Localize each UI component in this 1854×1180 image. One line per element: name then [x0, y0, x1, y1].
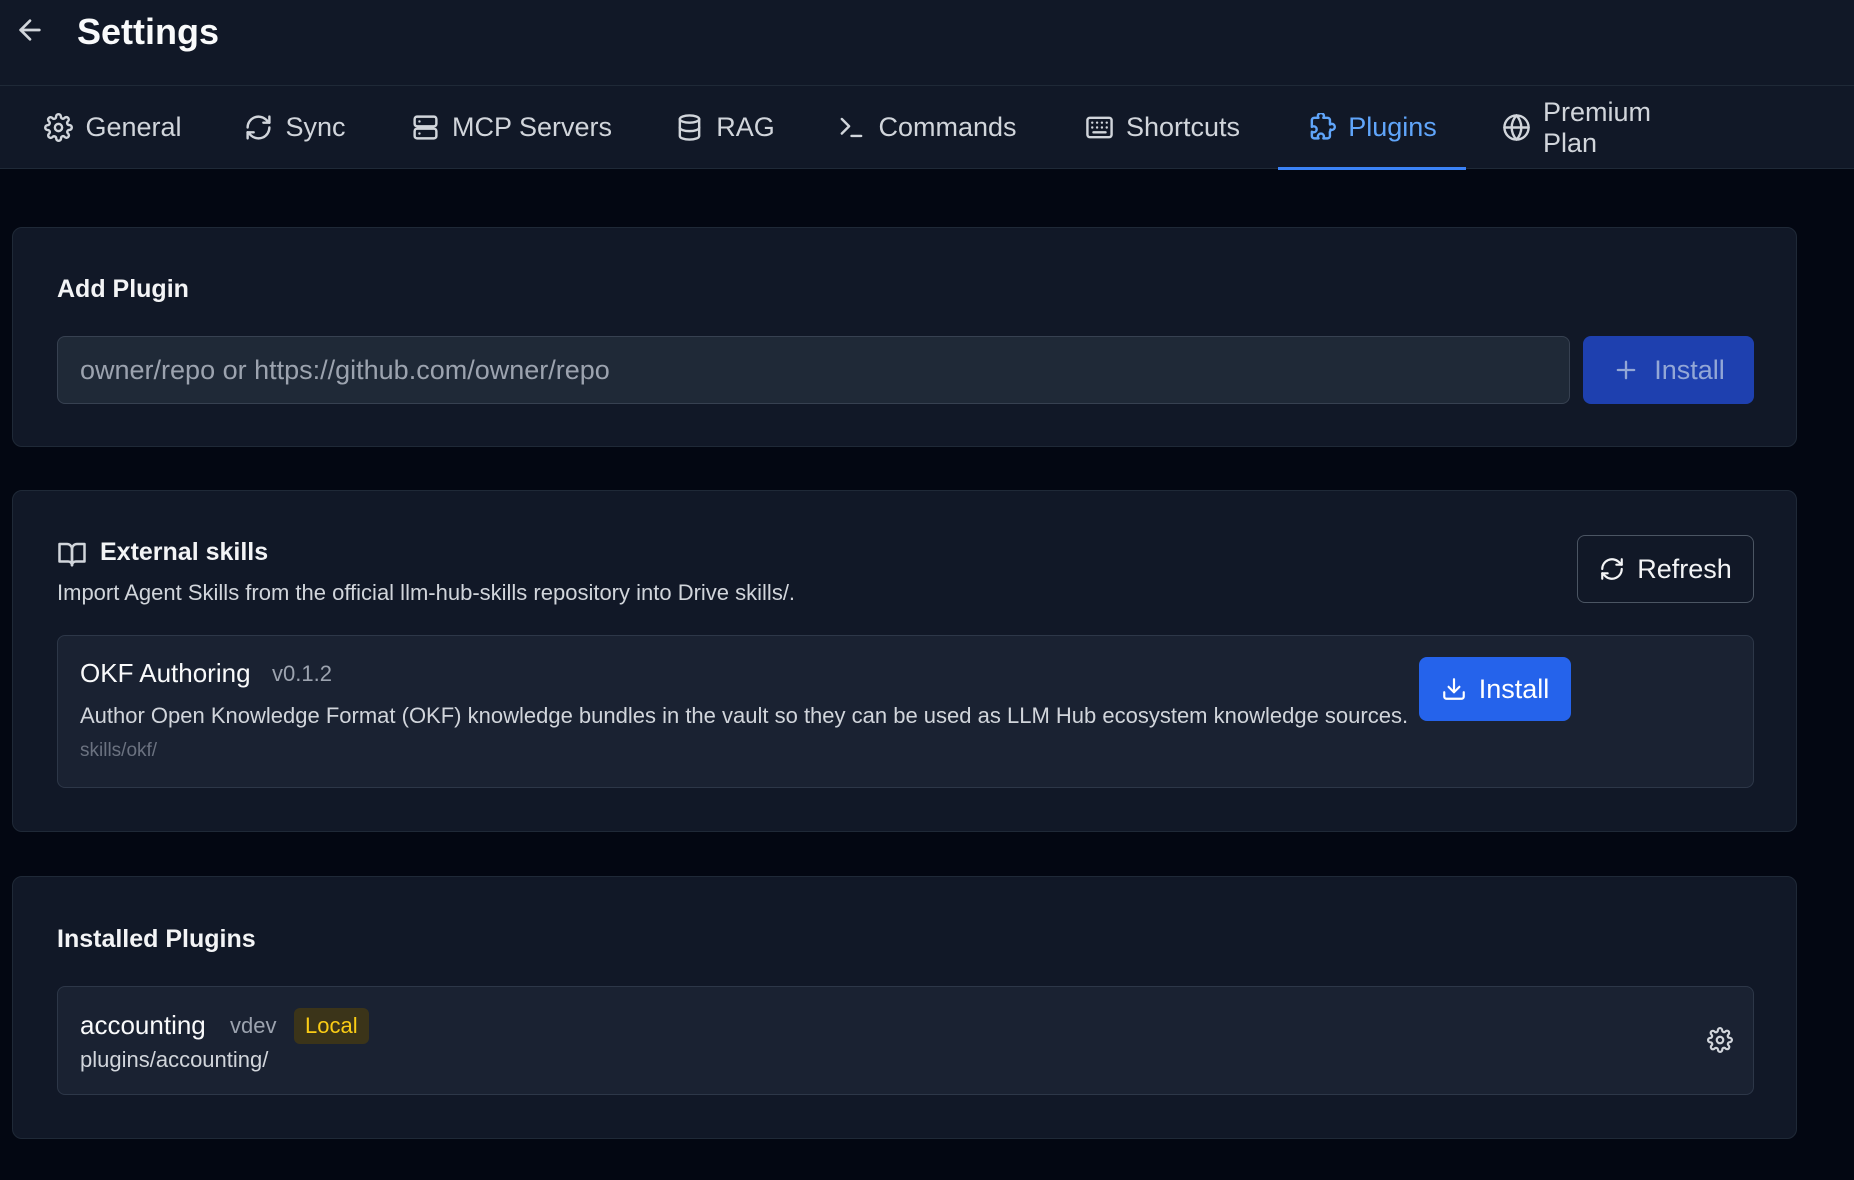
skill-path: skills/okf/	[80, 740, 158, 761]
top-bar: Settings	[0, 0, 1854, 86]
tab-label: Sync	[285, 112, 346, 142]
external-skills-card: External skills Import Agent Skills from…	[12, 490, 1797, 832]
book-open-icon	[57, 539, 87, 569]
tab-label: Plugins	[1348, 112, 1437, 142]
tab-sync[interactable]: Sync	[241, 86, 349, 169]
tab-general[interactable]: General	[40, 86, 186, 169]
plugin-path: plugins/accounting/	[80, 1047, 269, 1072]
plugin-repo-input[interactable]	[57, 336, 1570, 404]
install-plugin-button[interactable]: Install	[1583, 336, 1754, 404]
plus-icon	[1612, 356, 1640, 384]
refresh-icon	[1599, 556, 1625, 582]
tab-label: Premium Plan	[1543, 96, 1652, 158]
plugin-version: vdev	[230, 1013, 277, 1038]
database-icon	[675, 113, 704, 142]
tab-plugins[interactable]: Plugins	[1278, 86, 1466, 170]
skill-item: OKF Authoring v0.1.2 Author Open Knowled…	[57, 635, 1754, 788]
tab-rag[interactable]: RAG	[675, 86, 775, 169]
page-title: Settings	[77, 11, 220, 52]
terminal-icon	[837, 113, 866, 142]
keyboard-icon	[1085, 113, 1114, 142]
tab-premium-plan[interactable]: Premium Plan	[1502, 86, 1711, 169]
plugin-settings-gear-icon[interactable]	[1707, 1027, 1733, 1053]
skill-description: Author Open Knowledge Format (OKF) knowl…	[80, 703, 1409, 728]
local-badge: Local	[294, 1008, 369, 1044]
refresh-button[interactable]: Refresh	[1577, 535, 1754, 603]
add-plugin-title: Add Plugin	[57, 275, 189, 303]
install-skill-button[interactable]: Install	[1419, 657, 1571, 721]
server-icon	[411, 113, 440, 142]
install-label: Install	[1654, 354, 1725, 385]
download-icon	[1441, 676, 1467, 702]
globe-icon	[1502, 113, 1531, 142]
tab-bar: General Sync MCP Servers RAG Commands Sh…	[0, 86, 1854, 170]
puzzle-icon	[1307, 113, 1337, 142]
installed-plugins-card: Installed Plugins accounting vdev Local …	[12, 876, 1797, 1139]
plugin-item: accounting vdev Local plugins/accounting…	[57, 986, 1754, 1095]
refresh-icon	[244, 113, 273, 142]
add-plugin-card: Add Plugin Install	[12, 227, 1797, 447]
external-skills-description: Import Agent Skills from the official ll…	[57, 580, 796, 605]
tab-label: Commands	[878, 112, 1017, 142]
tab-commands[interactable]: Commands	[836, 86, 1018, 169]
tab-label: MCP Servers	[451, 112, 613, 142]
install-label: Install	[1478, 673, 1550, 704]
skill-name: OKF Authoring	[80, 658, 251, 688]
gear-icon	[44, 113, 74, 142]
tab-shortcuts[interactable]: Shortcuts	[1081, 86, 1244, 169]
installed-plugins-title: Installed Plugins	[57, 925, 256, 953]
arrow-left-icon[interactable]	[14, 14, 46, 46]
tab-label: RAG	[716, 112, 775, 142]
skill-version: v0.1.2	[272, 661, 332, 686]
tab-label: Shortcuts	[1125, 112, 1241, 142]
tab-mcp-servers[interactable]: MCP Servers	[409, 86, 614, 169]
tab-label: General	[85, 112, 182, 142]
refresh-label: Refresh	[1637, 553, 1732, 584]
external-skills-title: External skills	[100, 538, 269, 566]
plugin-name: accounting	[80, 1010, 206, 1040]
